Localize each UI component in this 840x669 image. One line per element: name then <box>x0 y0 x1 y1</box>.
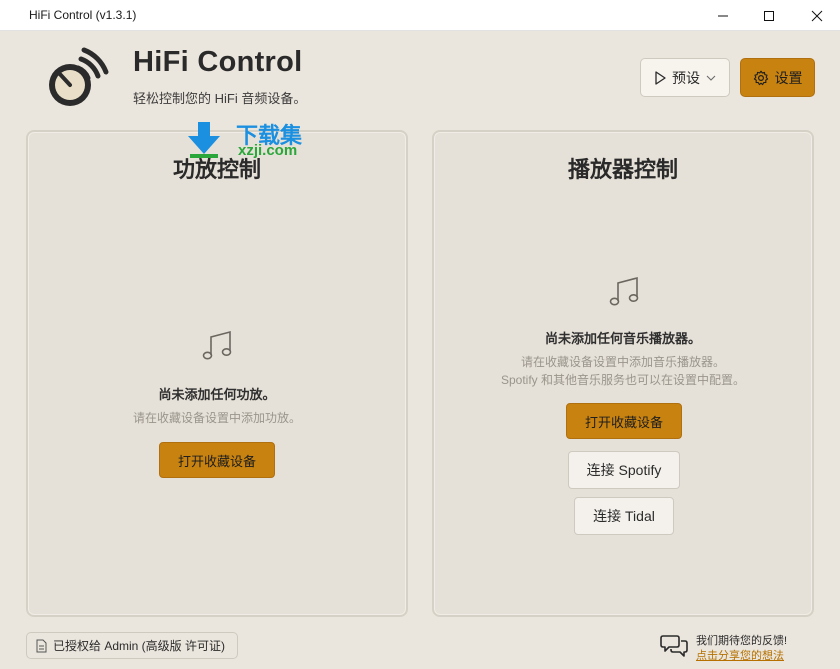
app-subtitle: 轻松控制您的 HiFi 音频设备。 <box>133 91 307 106</box>
music-note-icon <box>609 276 639 306</box>
amp-open-favorites-button[interactable]: 打开收藏设备 <box>159 442 275 478</box>
license-text: 已授权给 Admin (高级版 许可证) <box>53 639 226 653</box>
preset-label: 预设 <box>672 69 700 86</box>
preset-button[interactable]: 预设 <box>640 58 730 97</box>
app-logo-icon <box>49 47 109 106</box>
amp-control-panel: 功放控制 尚未添加任何功放。 请在收藏设备设置中添加功放。 打开收藏设备 <box>26 130 408 617</box>
connect-spotify-button[interactable]: 连接 Spotify <box>568 451 680 489</box>
license-badge[interactable]: 已授权给 Admin (高级版 许可证) <box>26 632 238 659</box>
player-control-panel: 播放器控制 尚未添加任何音乐播放器。 请在收藏设备设置中添加音乐播放器。 Spo… <box>432 130 814 617</box>
connect-tidal-button[interactable]: 连接 Tidal <box>574 497 674 535</box>
chat-icon <box>660 635 688 657</box>
player-open-favorites-button[interactable]: 打开收藏设备 <box>566 403 682 439</box>
amp-empty-title: 尚未添加任何功放。 <box>158 387 276 402</box>
settings-label: 设置 <box>774 69 803 86</box>
player-empty-desc-2: Spotify 和其他音乐服务也可以在设置中配置。 <box>500 373 746 387</box>
feedback-text: 我们期待您的反馈! <box>696 635 788 647</box>
player-empty-title: 尚未添加任何音乐播放器。 <box>544 331 701 346</box>
minimize-button[interactable] <box>700 0 746 31</box>
maximize-button[interactable] <box>746 0 792 31</box>
window-title: HiFi Control (v1.3.1) <box>29 8 137 22</box>
settings-button[interactable]: 设置 <box>740 58 815 97</box>
close-icon <box>811 10 823 21</box>
download-arrow-icon <box>188 122 220 158</box>
watermark-url: xzji.com <box>238 142 298 159</box>
feedback-link[interactable]: 点击分享您的想法 <box>696 647 784 663</box>
app-name: HiFi Control <box>133 46 303 78</box>
play-icon <box>655 70 666 85</box>
license-icon <box>36 639 47 652</box>
maximize-icon <box>764 10 774 21</box>
chevron-down-icon <box>706 75 716 81</box>
amp-empty-desc: 请在收藏设备设置中添加功放。 <box>132 411 301 425</box>
gear-icon <box>753 70 768 85</box>
minimize-icon <box>718 15 728 16</box>
player-empty-desc-1: 请在收藏设备设置中添加音乐播放器。 <box>520 355 725 369</box>
close-button[interactable] <box>794 0 840 31</box>
music-note-icon <box>202 330 232 360</box>
title-bar: HiFi Control (v1.3.1) <box>0 0 840 31</box>
player-panel-title: 播放器控制 <box>567 157 678 182</box>
